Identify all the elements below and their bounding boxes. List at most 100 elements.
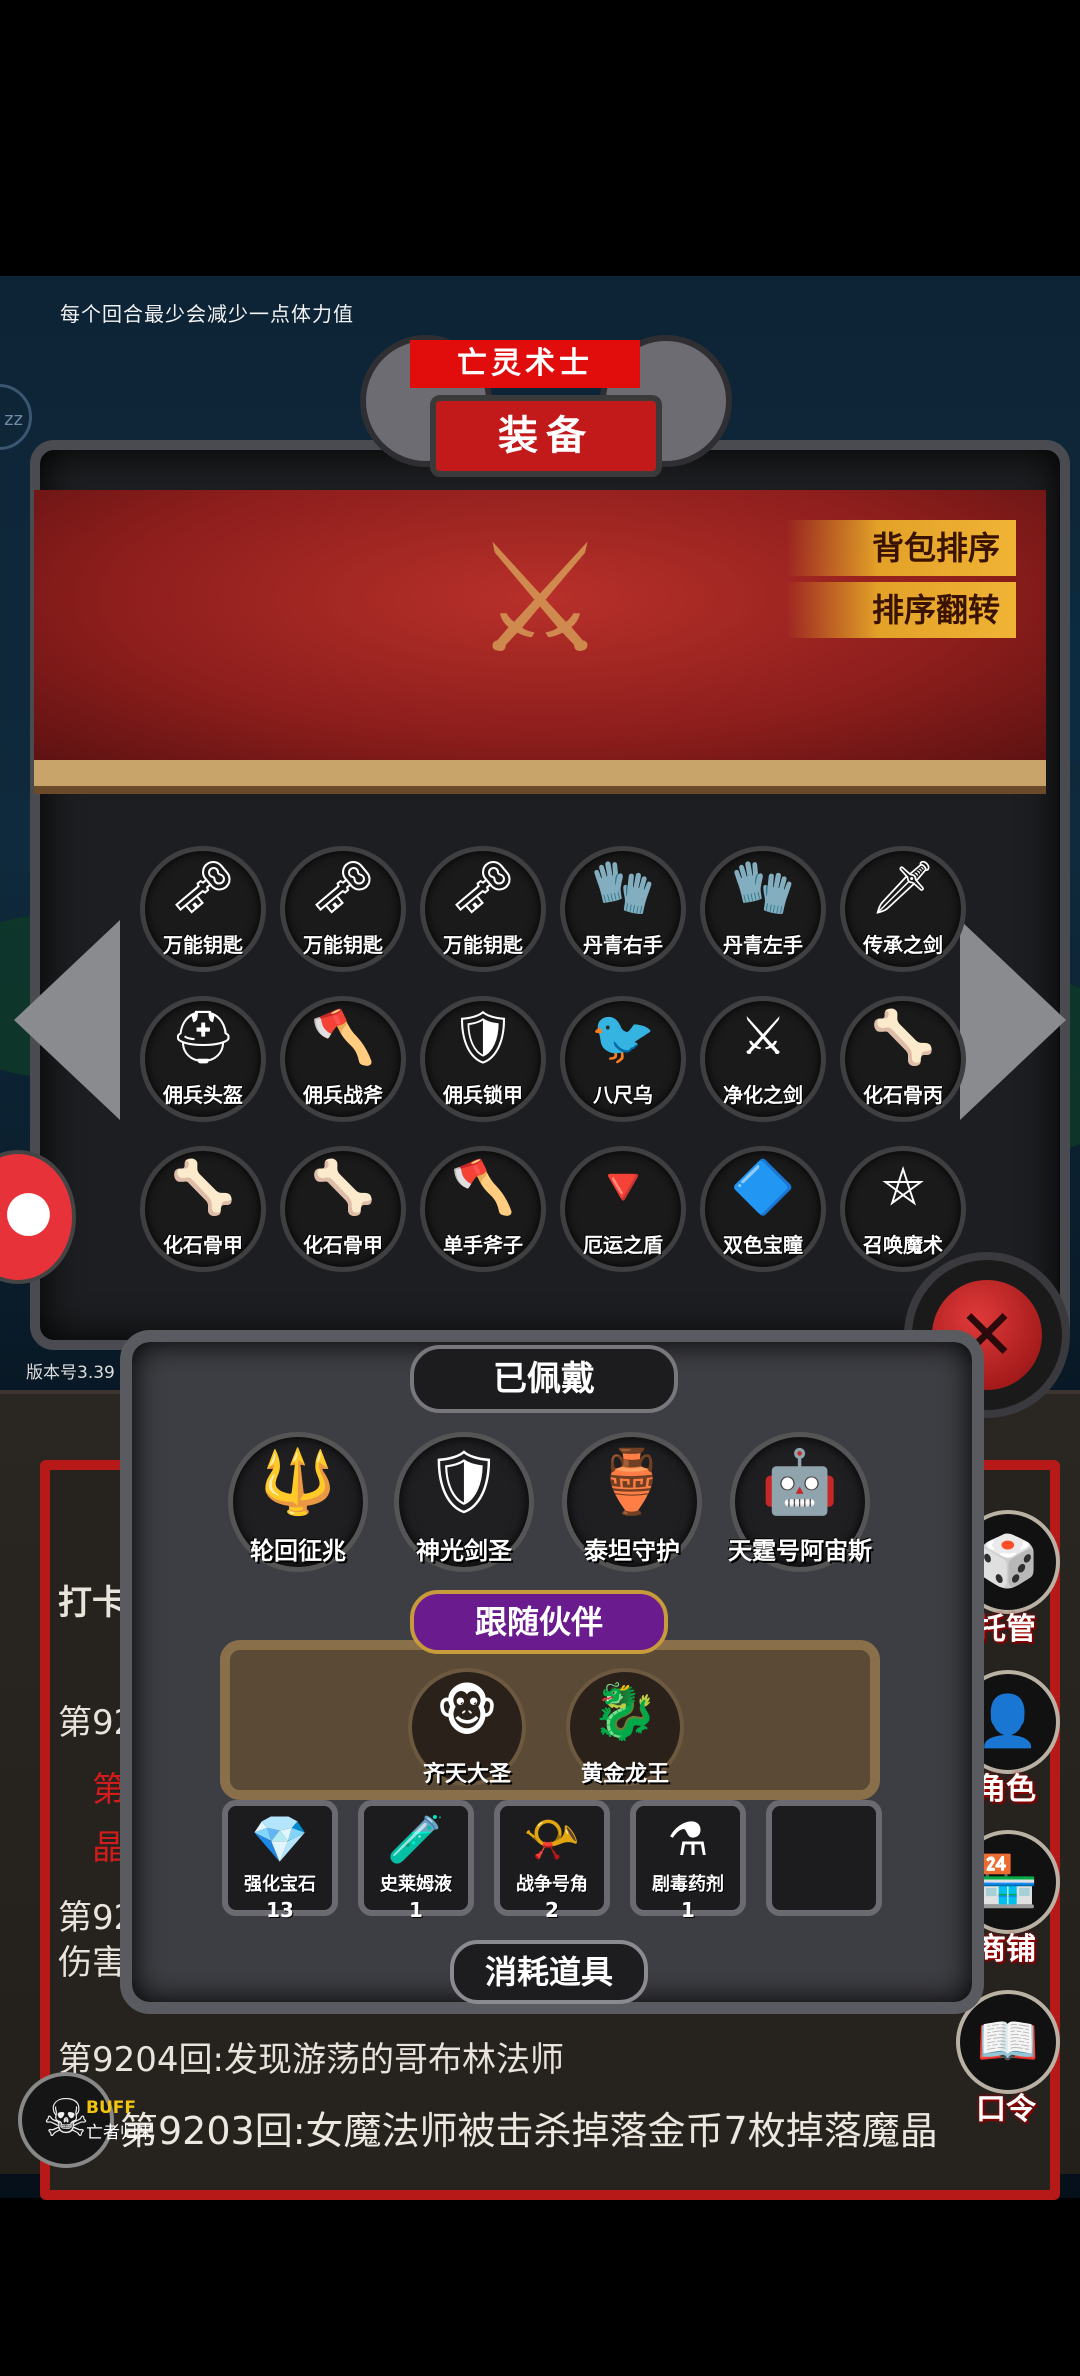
version-label: 版本号3.39 [26,1363,115,1383]
item-icon: 🧤 [590,858,656,918]
knight-icon: 🛡 [424,1445,504,1518]
log-line: 第9203回:女魔法师被击杀掉落金币7枚掉落魔晶 [120,2109,938,2153]
equipped-slot-label: 天霆号阿宙斯 [728,1537,872,1565]
inventory-slot[interactable]: 🗝 万能钥匙 [420,846,546,972]
inventory-slot[interactable]: ⛤ 召唤魔术 [840,1146,966,1272]
inventory-slot-label: 丹青右手 [583,933,663,957]
inventory-slot-label: 传承之剑 [863,933,943,957]
item-icon: 🦴 [870,1008,936,1068]
staff-icon: 🔱 [259,1445,337,1518]
mech-icon: 🤖 [761,1445,839,1518]
inventory-slot[interactable]: 🪓 佣兵战斧 [280,996,406,1122]
inventory-slot[interactable]: 🔷 双色宝瞳 [700,1146,826,1272]
crossed-swords-emblem-icon: ⚔ [472,513,608,687]
inventory-slot-label: 佣兵头盔 [163,1083,243,1107]
inventory-slot-label: 丹青左手 [723,933,803,957]
inventory-slot[interactable]: 🧤 丹青左手 [700,846,826,972]
inventory-slot-label: 佣兵战斧 [303,1083,383,1107]
inventory-slot[interactable]: ⚔ 净化之剑 [700,996,826,1122]
sort-bag-button[interactable]: 背包排序 [786,520,1016,576]
companion-title: 跟随伙伴 [410,1590,668,1654]
item-icon: 🧤 [730,858,796,918]
item-icon: 🗝 [169,858,236,918]
consumable-slot[interactable]: 🧪 史莱姆液 1 [358,1800,474,1922]
equipped-slot[interactable]: 🛡 神光剑圣 [394,1432,534,1572]
inventory-slot-label: 单手斧子 [443,1233,523,1257]
inventory-slot-label: 八尺乌 [593,1083,653,1107]
item-icon: 🪓 [450,1158,516,1218]
item-icon: 🪓 [310,1008,376,1068]
inventory-slot-label: 厄运之盾 [583,1233,663,1257]
reverse-sort-button[interactable]: 排序翻转 [786,582,1016,638]
inventory-slot[interactable]: 🦴 化石骨丙 [840,996,966,1122]
consumable-count: 1 [409,1898,423,1922]
consumable-label: 强化宝石 [244,1874,316,1895]
prev-page-arrow[interactable] [14,920,120,1120]
equipped-slot[interactable]: 🤖 天霆号阿宙斯 [728,1432,872,1572]
inventory-slot[interactable]: 🗝 万能钥匙 [280,846,406,972]
inventory-slot-label: 化石骨丙 [863,1083,943,1107]
companion-label: 黄金龙王 [580,1762,669,1787]
log-line: 第9204回:发现游荡的哥布林法师 [58,2040,564,2080]
inventory-slot[interactable]: 🦴 化石骨甲 [280,1146,406,1272]
item-icon: ⛑ [169,1008,236,1068]
equipped-title: 已佩戴 [410,1345,678,1413]
inventory-slot-label: 化石骨甲 [303,1233,383,1257]
item-icon: 🛡 [449,1008,516,1068]
dragon-icon: 🐉 [591,1680,659,1743]
inventory-slot[interactable]: 🪓 单手斧子 [420,1146,546,1272]
inventory-slot[interactable]: 🗝 万能钥匙 [140,846,266,972]
inventory-slot[interactable]: ⛑ 佣兵头盔 [140,996,266,1122]
buff-name: 亡者归来 [86,2123,154,2143]
inventory-slot[interactable]: 🛡 佣兵锁甲 [420,996,546,1122]
inventory-slot-label: 净化之剑 [723,1083,803,1107]
consumable-count: 1 [681,1898,695,1922]
inventory-slot-label: 万能钥匙 [163,933,243,957]
item-icon: ⛤ [882,1157,924,1217]
inventory-slot-label: 万能钥匙 [303,933,383,957]
gem-icon: 💎 [251,1812,309,1866]
item-icon: 🦴 [170,1158,236,1218]
consumable-label: 剧毒药剂 [652,1874,724,1895]
poison-flask-icon: ⚗ [667,1812,709,1866]
item-icon: 🐦 [590,1008,656,1068]
consumable-slot[interactable]: 💎 强化宝石 13 [222,1800,338,1922]
titan-icon: 🏺 [593,1445,671,1518]
inventory-slot-label: 万能钥匙 [443,933,523,957]
item-icon: 🗝 [309,858,376,918]
consumable-slot-empty[interactable] [766,1800,882,1916]
inventory-slot-label: 双色宝瞳 [723,1233,803,1257]
consumable-count: 2 [545,1898,559,1922]
consumable-label: 史莱姆液 [380,1874,452,1895]
companion-label: 齐天大圣 [422,1762,511,1787]
consumable-slot[interactable]: 📯 战争号角 2 [494,1800,610,1922]
potion-icon: 🧪 [387,1812,445,1866]
monkey-king-icon: 🐵 [435,1680,499,1743]
side-menu-code-button[interactable]: 📖 口令 [956,1990,1060,2128]
inventory-slot[interactable]: 🗡 传承之剑 [840,846,966,972]
item-icon: 🗝 [449,858,516,918]
item-icon: 🔷 [730,1158,796,1218]
equipped-slot[interactable]: 🏺 泰坦守护 [562,1432,702,1572]
inventory-slot[interactable]: 🧤 丹青右手 [560,846,686,972]
consumables-title: 消耗道具 [450,1940,648,2004]
equipped-slot[interactable]: 🔱 轮回征兆 [228,1432,368,1572]
item-icon: 🦴 [310,1158,376,1218]
consumable-slot[interactable]: ⚗ 剧毒药剂 1 [630,1800,746,1922]
inventory-slot-label: 化石骨甲 [163,1233,243,1257]
item-icon: 🗡 [869,858,936,918]
log-line: 打卡 [58,1583,126,1623]
consumable-count: 13 [266,1898,294,1922]
turn-hint-text: 每个回合最少会减少一点体力值 [60,302,354,326]
user-icon: ● [4,1178,53,1243]
side-menu-label: 口令 [976,2092,1036,2127]
inventory-slot[interactable]: 🦴 化石骨甲 [140,1146,266,1272]
class-name-label: 亡灵术士 [410,340,640,388]
inventory-slot-label: 佣兵锁甲 [443,1083,523,1107]
inventory-slot[interactable]: 🔻 厄运之盾 [560,1146,686,1272]
item-icon: ⚔ [739,1007,787,1067]
inventory-slot[interactable]: 🐦 八尺乌 [560,996,686,1122]
companion-slot[interactable]: 🐉 黄金龙王 [566,1668,684,1787]
companion-slot[interactable]: 🐵 齐天大圣 [408,1668,526,1787]
item-icon: 🔻 [590,1158,656,1218]
